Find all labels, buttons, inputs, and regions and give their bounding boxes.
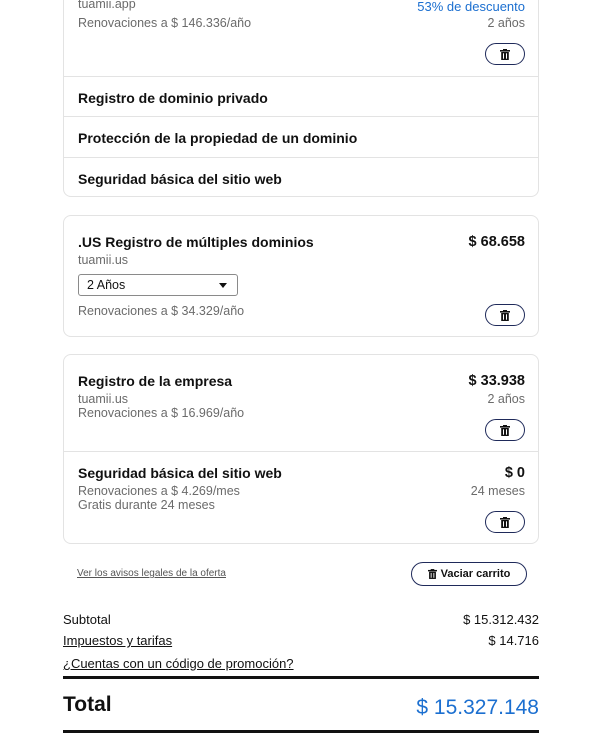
item-price: $ 33.938 (468, 373, 525, 389)
addon-label: Seguridad básica del sitio web (78, 171, 282, 187)
term-label: 2 años (487, 392, 525, 406)
remove-item-button[interactable] (485, 419, 525, 441)
offer-legal-link[interactable]: Ver los avisos legales de la oferta (77, 568, 226, 579)
term-label: 2 años (487, 16, 525, 30)
empty-cart-label: Vaciar carrito (440, 568, 511, 580)
trash-icon (500, 48, 510, 60)
promo-code-link[interactable]: ¿Cuentas con un código de promoción? (63, 656, 294, 671)
total-value: $ 15.327.148 (416, 696, 539, 719)
subtotal-value: $ 15.312.432 (463, 612, 539, 627)
taxes-value: $ 14.716 (488, 633, 539, 648)
trash-icon (500, 516, 510, 528)
addon-row-website-security: Seguridad básica del sitio web (64, 157, 538, 198)
domain-name: tuamii.us (78, 253, 129, 267)
domain-name: tuamii.app (78, 0, 136, 11)
empty-cart-button[interactable]: Vaciar carrito (411, 562, 527, 586)
term-select[interactable]: 2 Años (78, 274, 238, 296)
cart-item-card-us-domain: .US Registro de múltiples dominios $ 68.… (63, 215, 539, 337)
addon-label: Registro de dominio privado (78, 90, 268, 106)
chevron-down-icon (219, 283, 227, 288)
divider (63, 676, 539, 679)
item-title: Seguridad básica del sitio web (78, 465, 282, 481)
subtotal-label: Subtotal (63, 612, 111, 627)
total-label: Total (63, 693, 112, 716)
discount-label: 53% de descuento (417, 0, 525, 14)
addon-row-domain-protection: Protección de la propiedad de un dominio (64, 116, 538, 157)
renewal-price: Renovaciones a $ 146.336/año (78, 16, 252, 30)
trash-icon (427, 569, 437, 579)
renewal-price: Renovaciones a $ 4.269/mes (78, 484, 240, 498)
cart-item-card-business: Registro de la empresa $ 33.938 tuamii.u… (63, 354, 539, 544)
order-summary: Subtotal $ 15.312.432 Impuestos y tarifa… (63, 612, 539, 672)
domain-name: tuamii.us (78, 392, 129, 406)
term-label: 24 meses (470, 484, 525, 498)
term-select-value: 2 Años (87, 278, 126, 292)
cart-item-card-domain-app: tuamii.app 53% de descuento Renovaciones… (63, 0, 539, 197)
trash-icon (500, 424, 510, 436)
trash-icon (500, 309, 510, 321)
addon-row-website-security: Seguridad básica del sitio web $ 0 Renov… (64, 451, 538, 545)
renewal-price: Renovaciones a $ 16.969/año (78, 406, 245, 420)
item-price: $ 0 (504, 465, 525, 481)
addon-label: Protección de la propiedad de un dominio (78, 130, 358, 146)
remove-item-button[interactable] (485, 304, 525, 326)
free-note: Gratis durante 24 meses (78, 498, 215, 512)
divider (63, 730, 539, 733)
remove-item-button[interactable] (485, 43, 525, 65)
taxes-link[interactable]: Impuestos y tarifas (63, 633, 172, 648)
addon-row-private-registration: Registro de dominio privado (64, 76, 538, 117)
item-price: $ 68.658 (468, 234, 525, 250)
renewal-price: Renovaciones a $ 34.329/año (78, 304, 245, 318)
item-title: Registro de la empresa (78, 373, 233, 389)
remove-item-button[interactable] (485, 511, 525, 533)
item-title: .US Registro de múltiples dominios (78, 234, 314, 250)
